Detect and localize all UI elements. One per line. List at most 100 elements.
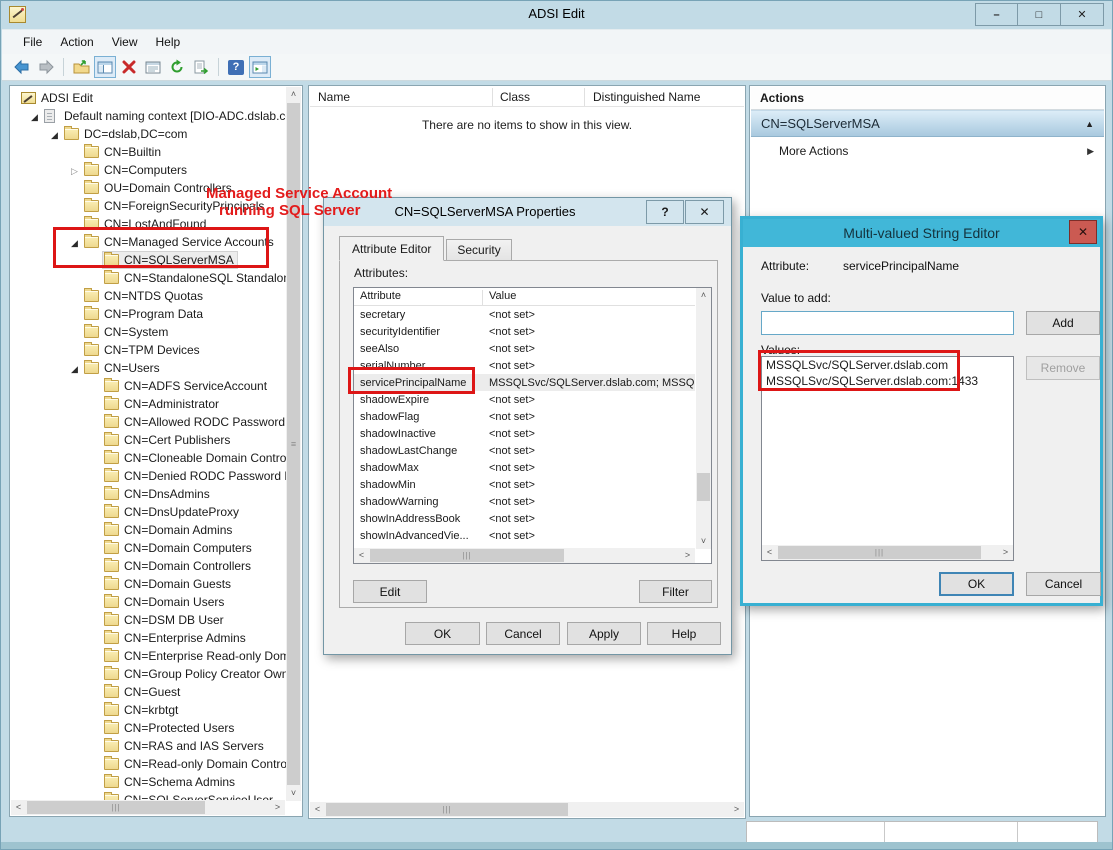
tree-item[interactable]: CN=Group Policy Creator Owners — [11, 665, 287, 683]
tree-item[interactable]: CN=LostAndFound — [11, 215, 287, 233]
attributes-hscrollbar-thumb[interactable]: ||| — [370, 549, 564, 562]
more-actions-item[interactable]: More Actions ▶ — [751, 140, 1104, 162]
tree-hscrollbar-thumb[interactable]: ||| — [27, 801, 205, 814]
mvse-cancel-button[interactable]: Cancel — [1026, 572, 1101, 596]
tree-item[interactable]: CN=SQLServerMSA — [11, 251, 287, 269]
attribute-row[interactable]: showInAdvancedVie... <not set> — [354, 527, 695, 544]
tree-item[interactable]: CN=Enterprise Admins — [11, 629, 287, 647]
show-action-pane-icon[interactable] — [249, 56, 271, 78]
attributes-scrollbar-thumb[interactable] — [697, 473, 710, 501]
tree-item[interactable]: CN=Read-only Domain Controller — [11, 755, 287, 773]
values-horizontal-scrollbar[interactable]: ˂ ||| ˃ — [762, 545, 1013, 560]
forward-icon[interactable] — [35, 56, 57, 78]
tree-item[interactable]: CN=ADFS ServiceAccount — [11, 377, 287, 395]
column-header-distinguished-name[interactable]: Distinguished Name — [593, 90, 700, 104]
show-console-tree-icon[interactable] — [94, 56, 116, 78]
cancel-button[interactable]: Cancel — [486, 622, 560, 645]
help-button[interactable]: Help — [647, 622, 721, 645]
remove-button[interactable]: Remove — [1026, 356, 1100, 380]
add-button[interactable]: Add — [1026, 311, 1100, 335]
tree-item[interactable]: CN=Allowed RODC Password Rep — [11, 413, 287, 431]
value-item[interactable]: MSSQLSvc/SQLServer.dslab.com:1433 — [762, 373, 1013, 389]
scroll-down-icon[interactable]: ˅ — [286, 786, 301, 801]
attribute-row[interactable]: shadowMin <not set> — [354, 476, 695, 493]
apply-button[interactable]: Apply — [567, 622, 641, 645]
tree-expander-icon[interactable] — [67, 163, 82, 177]
attribute-row[interactable]: showInAddressBook <not set> — [354, 510, 695, 527]
collapse-icon[interactable]: ▲ — [1085, 119, 1094, 129]
attributes-vertical-scrollbar[interactable]: ˄ ˅ — [696, 288, 711, 549]
attribute-row[interactable]: seeAlso <not set> — [354, 340, 695, 357]
attribute-row[interactable]: securityIdentifier <not set> — [354, 323, 695, 340]
mvse-close-button[interactable]: ✕ — [1069, 220, 1097, 244]
dialog-close-button[interactable]: ✕ — [685, 200, 724, 224]
scroll-left-icon[interactable]: ˂ — [11, 800, 26, 815]
dialog-help-button[interactable]: ? — [646, 200, 684, 224]
tree-item[interactable]: CN=Managed Service Accounts — [11, 233, 287, 251]
value-column-header[interactable]: Value — [482, 290, 516, 306]
value-to-add-input[interactable] — [761, 311, 1014, 335]
properties-icon[interactable] — [142, 56, 164, 78]
menu-item[interactable]: View — [103, 31, 147, 53]
scroll-left-icon[interactable]: ˂ — [354, 548, 369, 563]
attributes-horizontal-scrollbar[interactable]: ˂ ||| ˃ — [354, 548, 695, 563]
values-hscrollbar-thumb[interactable]: ||| — [778, 546, 981, 559]
help-icon[interactable]: ? — [225, 56, 247, 78]
back-icon[interactable] — [11, 56, 33, 78]
tree-item[interactable]: CN=RAS and IAS Servers — [11, 737, 287, 755]
tree-expander-icon[interactable] — [67, 361, 82, 375]
tree-item[interactable]: CN=Program Data — [11, 305, 287, 323]
tab-attribute-editor[interactable]: Attribute Editor — [339, 236, 444, 261]
tree-item[interactable]: CN=System — [11, 323, 287, 341]
tree-item[interactable]: CN=DSM DB User — [11, 611, 287, 629]
close-button[interactable]: ✕ — [1061, 3, 1104, 26]
tree-item[interactable]: DC=dslab,DC=com — [11, 125, 287, 143]
tree-scrollbar-thumb[interactable]: ≡ — [287, 103, 300, 785]
mvse-titlebar[interactable]: Multi-valued String Editor — [743, 219, 1100, 247]
tree-item[interactable]: CN=ForeignSecurityPrincipals — [11, 197, 287, 215]
tree-item[interactable]: Default naming context [DIO-ADC.dslab.co… — [11, 107, 287, 125]
attribute-row[interactable]: serialNumber <not set> — [354, 357, 695, 374]
attribute-row[interactable]: shadowWarning <not set> — [354, 493, 695, 510]
column-divider[interactable] — [584, 88, 585, 106]
attribute-row[interactable]: shadowInactive <not set> — [354, 425, 695, 442]
scroll-right-icon[interactable]: ˃ — [998, 545, 1013, 560]
tree-item[interactable]: CN=Cert Publishers — [11, 431, 287, 449]
scroll-down-icon[interactable]: ˅ — [696, 534, 711, 549]
tree-item[interactable]: CN=Administrator — [11, 395, 287, 413]
tree-item[interactable]: ADSI Edit — [11, 89, 287, 107]
tree-item[interactable]: CN=Domain Users — [11, 593, 287, 611]
tree-item[interactable]: CN=StandaloneSQL StandaloneSQ — [11, 269, 287, 287]
filter-button[interactable]: Filter — [639, 580, 712, 603]
values-listbox[interactable]: MSSQLSvc/SQLServer.dslab.comMSSQLSvc/SQL… — [761, 356, 1014, 561]
tree-item[interactable]: CN=Domain Admins — [11, 521, 287, 539]
tree-item[interactable]: CN=DnsAdmins — [11, 485, 287, 503]
column-divider[interactable] — [492, 88, 493, 106]
tree-expander-icon[interactable] — [47, 127, 62, 141]
attribute-row[interactable]: shadowExpire <not set> — [354, 391, 695, 408]
tree-item[interactable]: CN=TPM Devices — [11, 341, 287, 359]
export-wizard-icon[interactable] — [70, 56, 92, 78]
tree-item[interactable]: CN=Users — [11, 359, 287, 377]
column-header-class[interactable]: Class — [500, 90, 530, 104]
tree-item[interactable]: CN=Denied RODC Password Repli — [11, 467, 287, 485]
tree-item[interactable]: CN=Cloneable Domain Controller — [11, 449, 287, 467]
scroll-left-icon[interactable]: ˂ — [310, 802, 325, 817]
value-item[interactable]: MSSQLSvc/SQLServer.dslab.com — [762, 357, 1013, 373]
tree-item[interactable]: CN=Domain Computers — [11, 539, 287, 557]
tree-item[interactable]: CN=krbtgt — [11, 701, 287, 719]
tab-security[interactable]: Security — [446, 239, 511, 261]
scroll-right-icon[interactable]: ˃ — [270, 800, 285, 815]
tree-item[interactable]: CN=Computers — [11, 161, 287, 179]
tree-item[interactable]: CN=DnsUpdateProxy — [11, 503, 287, 521]
scroll-up-icon[interactable]: ˄ — [696, 288, 711, 303]
attribute-row[interactable]: shadowMax <not set> — [354, 459, 695, 476]
attribute-row[interactable]: shadowFlag <not set> — [354, 408, 695, 425]
menu-item[interactable]: Action — [51, 31, 102, 53]
tree-expander-icon[interactable] — [67, 235, 82, 249]
attribute-row[interactable]: secretary <not set> — [354, 306, 695, 323]
maximize-button[interactable]: □ — [1018, 3, 1061, 26]
tree-item[interactable]: CN=Domain Controllers — [11, 557, 287, 575]
attribute-row[interactable]: servicePrincipalName MSSQLSvc/SQLServer.… — [354, 374, 695, 391]
list-horizontal-scrollbar[interactable]: ˂ ||| ˃ — [310, 802, 744, 817]
